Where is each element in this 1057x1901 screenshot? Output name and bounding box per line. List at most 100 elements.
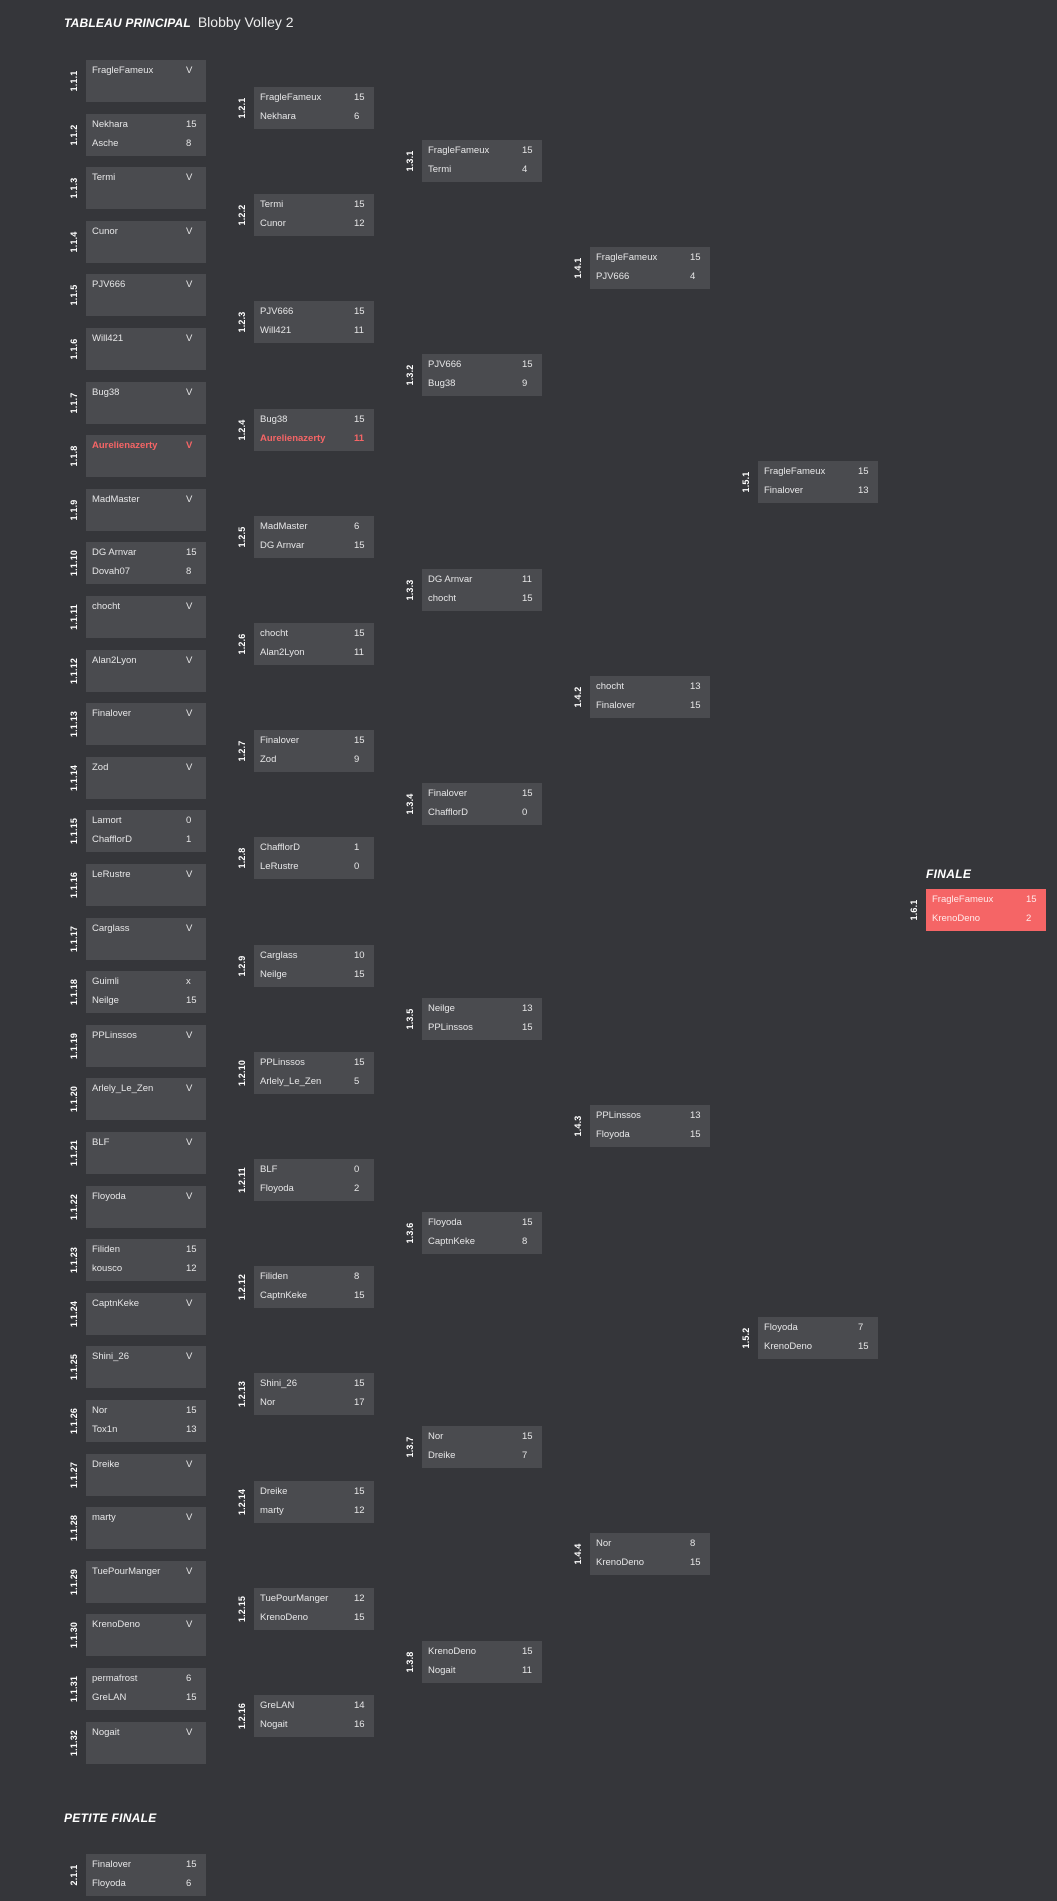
player-name: KrenoDeno (428, 1646, 477, 1657)
match-box[interactable]: 1.4.1 FragleFameux 15 PJV666 4 (573, 247, 710, 289)
match-id: 1.4.4 (573, 1543, 583, 1565)
player-name: permafrost (92, 1673, 138, 1684)
player-row: Will421 V (92, 330, 200, 348)
match-box[interactable]: 1.1.17 Carglass V (69, 918, 206, 960)
player-row: DG Arnvar 11 (428, 571, 536, 589)
match-box[interactable]: 1.2.9 Carglass 10 Neilge 15 (237, 945, 374, 987)
match-box[interactable]: 1.1.25 Shini_26 V (69, 1346, 206, 1388)
match-id: 1.2.3 (237, 311, 247, 333)
match-box[interactable]: 1.3.3 DG Arnvar 11 chocht 15 (405, 569, 542, 611)
match-box[interactable]: 1.1.9 MadMaster V (69, 489, 206, 531)
match-box[interactable]: 1.2.12 Filiden 8 CaptnKeke 15 (237, 1266, 374, 1308)
match-box[interactable]: 1.2.6 chocht 15 Alan2Lyon 11 (237, 623, 374, 665)
match-box[interactable]: 1.3.7 Nor 15 Dreike 7 (405, 1426, 542, 1468)
match-box[interactable]: 1.5.2 Floyoda 7 KrenoDeno 15 (741, 1317, 878, 1359)
match-id-label: 1.1.4 (66, 221, 82, 263)
match-box[interactable]: 1.1.20 Arlely_Le_Zen V (69, 1078, 206, 1120)
match-id-label: 1.1.32 (66, 1722, 82, 1764)
match-box[interactable]: 1.2.1 FragleFameux 15 Nekhara 6 (237, 87, 374, 129)
player-row (92, 456, 200, 474)
match-box[interactable]: 1.3.1 FragleFameux 15 Termi 4 (405, 140, 542, 182)
match-id: 1.2.15 (237, 1595, 247, 1623)
match-id-label: 1.1.3 (66, 167, 82, 209)
match-box[interactable]: 1.3.8 KrenoDeno 15 Nogait 11 (405, 1641, 542, 1683)
match-box[interactable]: 1.3.2 PJV666 15 Bug38 9 (405, 354, 542, 396)
finale-label: FINALE (926, 867, 972, 881)
match-box[interactable]: 1.2.2 Termi 15 Cunor 12 (237, 194, 374, 236)
match-box[interactable]: 1.1.10 DG Arnvar 15 Dovah07 8 (69, 542, 206, 584)
match-box[interactable]: 1.1.24 CaptnKeke V (69, 1293, 206, 1335)
player-row: Floyoda V (92, 1188, 200, 1206)
match-id-label: 2.1.1 (66, 1854, 82, 1896)
match-id-label: 1.2.6 (234, 623, 250, 665)
match-box[interactable]: 1.1.15 Lamort 0 ChafflorD 1 (69, 810, 206, 852)
player-name: Zod (260, 754, 277, 765)
match-id: 1.1.16 (69, 871, 79, 899)
player-row (92, 778, 200, 796)
match-id: 1.1.19 (69, 1032, 79, 1060)
player-row: KrenoDeno 15 (260, 1609, 368, 1627)
match-box[interactable]: 1.2.3 PJV666 15 Will421 11 (237, 301, 374, 343)
match-box[interactable]: 1.4.2 chocht 13 Finalover 15 (573, 676, 710, 718)
match-box[interactable]: 1.1.2 Nekhara 15 Asche 8 (69, 114, 206, 156)
player-score: 15 (522, 359, 533, 370)
match-box[interactable]: 1.2.7 Finalover 15 Zod 9 (237, 730, 374, 772)
match-box[interactable]: 1.1.16 LeRustre V (69, 864, 206, 906)
player-row: Floyoda 6 (92, 1875, 200, 1893)
match-box[interactable]: 1.3.5 Neilge 13 PPLinssos 15 (405, 998, 542, 1040)
match-box[interactable]: 1.1.30 KrenoDeno V (69, 1614, 206, 1656)
match-box[interactable]: 1.1.14 Zod V (69, 757, 206, 799)
match-box[interactable]: 1.1.13 Finalover V (69, 703, 206, 745)
match-box[interactable]: 1.1.23 Filiden 15 kousco 12 (69, 1239, 206, 1281)
player-row: TuePourManger V (92, 1563, 200, 1581)
match-box[interactable]: 1.3.6 Floyoda 15 CaptnKeke 8 (405, 1212, 542, 1254)
player-row: Dreike 7 (428, 1447, 536, 1465)
match-box[interactable]: 1.2.13 Shini_26 15 Nor 17 (237, 1373, 374, 1415)
match-id: 1.1.13 (69, 710, 79, 738)
match-box[interactable]: 1.1.4 Cunor V (69, 221, 206, 263)
match-box[interactable]: 1.1.28 marty V (69, 1507, 206, 1549)
match-box[interactable]: 1.1.29 TuePourManger V (69, 1561, 206, 1603)
match-box[interactable]: 1.2.16 GreLAN 14 Nogait 16 (237, 1695, 374, 1737)
match-box[interactable]: 2.1.1 Finalover 15 Floyoda 6 (69, 1854, 206, 1896)
match-box[interactable]: 1.1.21 BLF V (69, 1132, 206, 1174)
player-row: marty 12 (260, 1502, 368, 1520)
match-box[interactable]: 1.6.1 FragleFameux 15 KrenoDeno 2 (909, 889, 1046, 931)
match-box[interactable]: 1.4.3 PPLinssos 13 Floyoda 15 (573, 1105, 710, 1147)
player-name: Nogait (260, 1719, 288, 1730)
match-box[interactable]: 1.1.1 FragleFameux V (69, 60, 206, 102)
player-score: 15 (186, 119, 197, 130)
match-box[interactable]: 1.1.31 permafrost 6 GreLAN 15 (69, 1668, 206, 1710)
player-name: marty (260, 1505, 284, 1516)
match-box[interactable]: 1.3.4 Finalover 15 ChafflorD 0 (405, 783, 542, 825)
player-name: Floyoda (596, 1129, 630, 1140)
player-name: Tox1n (92, 1424, 118, 1435)
match-box[interactable]: 1.2.11 BLF 0 Floyoda 2 (237, 1159, 374, 1201)
match-box[interactable]: 1.2.14 Dreike 15 marty 12 (237, 1481, 374, 1523)
match-box[interactable]: 1.1.5 PJV666 V (69, 274, 206, 316)
match-box[interactable]: 1.2.10 PPLinssos 15 Arlely_Le_Zen 5 (237, 1052, 374, 1094)
match-box[interactable]: 1.1.19 PPLinssos V (69, 1025, 206, 1067)
match-box[interactable]: 1.1.3 Termi V (69, 167, 206, 209)
match-box[interactable]: 1.1.7 Bug38 V (69, 382, 206, 424)
match-id: 1.5.1 (741, 471, 751, 493)
match-box[interactable]: 1.1.22 Floyoda V (69, 1186, 206, 1228)
match-box[interactable]: 1.1.18 Guimli x Neilge 15 (69, 971, 206, 1013)
match-id: 1.1.25 (69, 1353, 79, 1381)
match-box[interactable]: 1.1.27 Dreike V (69, 1454, 206, 1496)
match-box[interactable]: 1.1.12 Alan2Lyon V (69, 650, 206, 692)
match-box[interactable]: 1.2.5 MadMaster 6 DG Arnvar 15 (237, 516, 374, 558)
match-box[interactable]: 1.1.8 Aurelienazerty V (69, 435, 206, 477)
player-row: CaptnKeke V (92, 1295, 200, 1313)
match-box[interactable]: 1.1.6 Will421 V (69, 328, 206, 370)
match-box[interactable]: 1.2.8 ChafflorD 1 LeRustre 0 (237, 837, 374, 879)
match-box[interactable]: 1.1.32 Nogait V (69, 1722, 206, 1764)
match-box[interactable]: 1.1.26 Nor 15 Tox1n 13 (69, 1400, 206, 1442)
match-box[interactable]: 1.2.4 Bug38 15 Aurelienazerty 11 (237, 409, 374, 451)
match-box[interactable]: 1.2.15 TuePourManger 12 KrenoDeno 15 (237, 1588, 374, 1630)
match-box[interactable]: 1.1.11 chocht V (69, 596, 206, 638)
match-box[interactable]: 1.5.1 FragleFameux 15 Finalover 13 (741, 461, 878, 503)
player-name: Floyoda (764, 1322, 798, 1333)
player-row (92, 1582, 200, 1600)
match-box[interactable]: 1.4.4 Nor 8 KrenoDeno 15 (573, 1533, 710, 1575)
